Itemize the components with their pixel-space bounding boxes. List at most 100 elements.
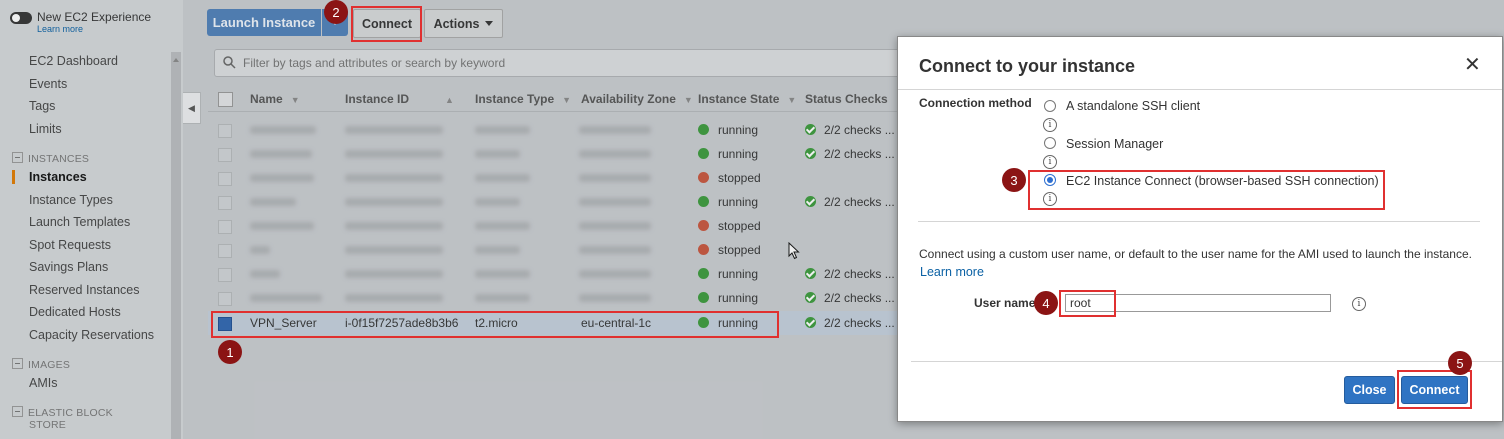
radio-standalone-ssh[interactable] [1044, 100, 1056, 112]
option-instance-connect[interactable]: EC2 Instance Connect (browser-based SSH … [1066, 174, 1379, 188]
column-label: Instance Type [475, 92, 555, 106]
column-label: Instance ID [345, 92, 410, 106]
row-checkbox[interactable] [218, 172, 232, 186]
row-checkbox[interactable] [218, 244, 232, 258]
redacted-type [475, 126, 530, 134]
redacted-zone [579, 174, 651, 182]
table-row-selected[interactable]: VPN_Server i-0f15f7257ade8b3b6 t2.micro … [208, 311, 908, 335]
table-row[interactable]: running 2/2 checks ... [208, 142, 908, 166]
scroll-up-icon[interactable] [171, 55, 181, 65]
row-checkbox[interactable] [218, 220, 232, 234]
instance-connect-description: Connect using a custom user name, or def… [919, 247, 1472, 261]
running-status-icon [698, 124, 709, 135]
collapse-sidebar-button[interactable]: ◀ [183, 92, 201, 124]
toggle-switch[interactable] [10, 12, 32, 24]
redacted-type [475, 294, 530, 302]
connect-button[interactable]: Connect [353, 9, 421, 38]
table-row[interactable]: running 2/2 checks ... [208, 286, 908, 310]
redacted-type [475, 198, 520, 206]
nav-launch-templates[interactable]: Launch Templates [29, 215, 130, 229]
new-experience-label: New EC2 Experience [37, 10, 152, 24]
option-standalone-ssh[interactable]: A standalone SSH client [1066, 99, 1200, 113]
redacted-name [250, 294, 322, 302]
new-experience-toggle-row[interactable]: New EC2 Experience Learn more [10, 10, 151, 35]
status-checks: 2/2 checks ... [824, 123, 895, 137]
info-icon[interactable]: i [1352, 297, 1366, 311]
section-instances[interactable]: INSTANCES [12, 152, 89, 165]
row-checkbox[interactable] [218, 317, 232, 331]
column-header-availability-zone[interactable]: Availability Zone ▼ [581, 92, 693, 106]
nav-events[interactable]: Events [29, 77, 67, 91]
row-checkbox[interactable] [218, 196, 232, 210]
redacted-name [250, 270, 280, 278]
nav-dedicated-hosts[interactable]: Dedicated Hosts [29, 305, 121, 319]
nav-spot-requests[interactable]: Spot Requests [29, 238, 111, 252]
instance-state: stopped [718, 243, 761, 257]
learn-more-link[interactable]: Learn more [920, 265, 984, 279]
info-icon[interactable]: i [1043, 118, 1057, 132]
radio-session-manager[interactable] [1044, 137, 1056, 149]
nav-savings-plans[interactable]: Savings Plans [29, 260, 108, 274]
table-row[interactable]: stopped [208, 166, 908, 190]
column-header-instance-state[interactable]: Instance State ▼ [698, 92, 796, 106]
nav-capacity-reservations[interactable]: Capacity Reservations [29, 328, 154, 342]
table-row[interactable]: running 2/2 checks ... [208, 118, 908, 142]
radio-instance-connect[interactable] [1044, 174, 1056, 186]
connect-button-dialog[interactable]: Connect [1401, 376, 1468, 404]
nav-tags[interactable]: Tags [29, 99, 55, 113]
column-header-status-checks[interactable]: Status Checks▼ [805, 92, 905, 106]
redacted-zone [579, 270, 651, 278]
close-icon[interactable]: ✕ [1464, 55, 1481, 75]
launch-instance-button[interactable]: Launch Instance [207, 9, 321, 36]
instance-state: stopped [718, 171, 761, 185]
nav-limits[interactable]: Limits [29, 122, 62, 136]
column-header-instance-type[interactable]: Instance Type ▼ [475, 92, 571, 106]
info-icon[interactable]: i [1043, 155, 1057, 169]
actions-button[interactable]: Actions [424, 9, 503, 38]
nav-reserved-instances[interactable]: Reserved Instances [29, 283, 139, 297]
divider [898, 89, 1502, 90]
table-row[interactable]: stopped [208, 238, 908, 262]
redacted-name [250, 174, 314, 182]
filter-bar[interactable] [214, 49, 916, 77]
sort-icon: ▼ [683, 95, 693, 105]
section-ebs[interactable]: ELASTIC BLOCK [12, 406, 113, 419]
info-icon[interactable]: i [1043, 192, 1057, 206]
row-checkbox[interactable] [218, 148, 232, 162]
sort-icon: ▼ [562, 95, 572, 105]
row-checkbox[interactable] [218, 124, 232, 138]
check-ok-icon [805, 196, 816, 207]
instance-name: VPN_Server [250, 316, 317, 330]
instance-state: running [718, 316, 759, 330]
running-status-icon [698, 317, 709, 328]
nav-ec2-dashboard[interactable]: EC2 Dashboard [29, 54, 118, 68]
divider [911, 361, 1502, 362]
section-images[interactable]: IMAGES [12, 358, 70, 371]
row-checkbox[interactable] [218, 268, 232, 282]
table-row[interactable]: running 2/2 checks ... [208, 262, 908, 286]
row-checkbox[interactable] [218, 292, 232, 306]
running-status-icon [698, 148, 709, 159]
redacted-type [475, 174, 530, 182]
redacted-zone [579, 246, 651, 254]
column-header-name[interactable]: Name ▼ [250, 92, 300, 106]
nav-instance-types[interactable]: Instance Types [29, 193, 113, 207]
option-session-manager[interactable]: Session Manager [1066, 137, 1163, 151]
redacted-type [475, 222, 530, 230]
column-label: Status Checks [805, 92, 888, 106]
nav-instances[interactable]: Instances [29, 170, 87, 184]
filter-input[interactable] [241, 53, 905, 73]
sidebar-scrollbar[interactable] [171, 52, 181, 439]
learn-more-link[interactable]: Learn more [37, 24, 151, 35]
column-header-instance-id[interactable]: Instance ID ▲ [345, 92, 454, 106]
instance-state: running [718, 195, 759, 209]
table-row[interactable]: stopped [208, 214, 908, 238]
user-name-input[interactable] [1065, 294, 1331, 312]
status-checks: 2/2 checks ... [824, 316, 895, 330]
stopped-status-icon [698, 172, 709, 183]
table-row[interactable]: running 2/2 checks ... [208, 190, 908, 214]
select-all-checkbox[interactable] [218, 92, 233, 107]
availability-zone: eu-central-1c [581, 316, 652, 330]
nav-amis[interactable]: AMIs [29, 376, 57, 390]
close-button[interactable]: Close [1344, 376, 1395, 404]
